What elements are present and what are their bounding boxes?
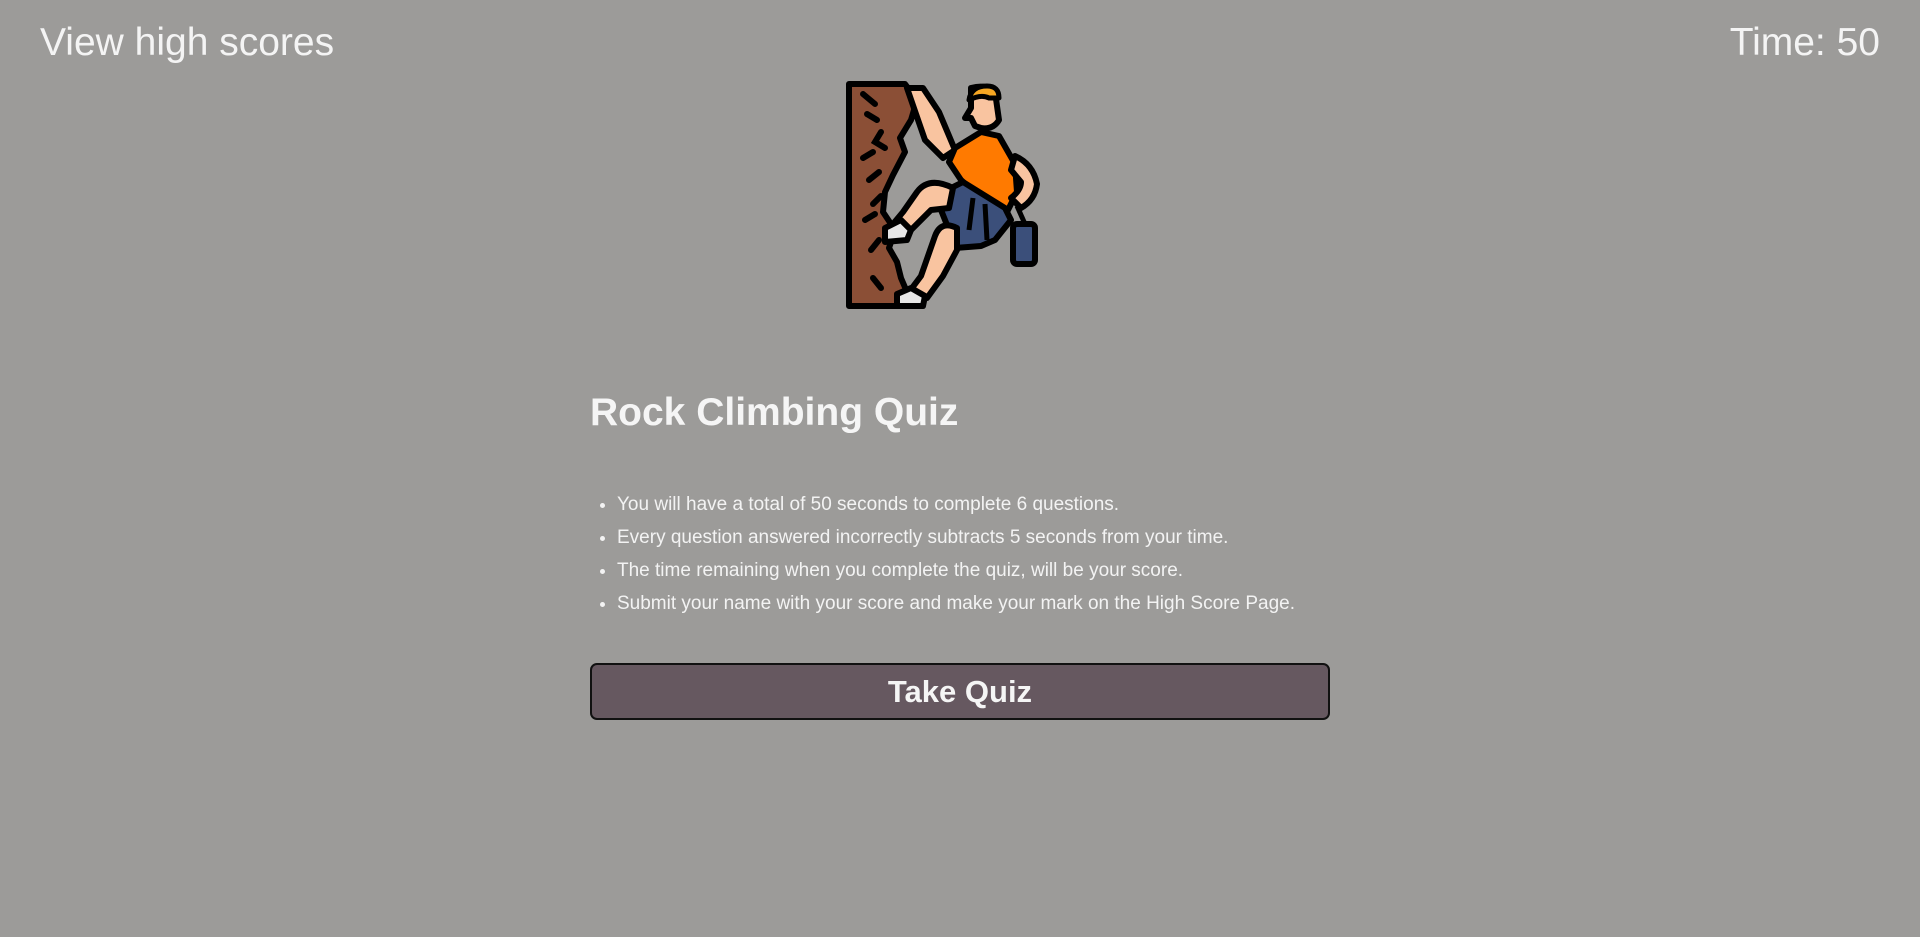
- rules-list: You will have a total of 50 seconds to c…: [590, 488, 1330, 620]
- view-high-scores-link[interactable]: View high scores: [40, 19, 334, 67]
- take-quiz-button[interactable]: Take Quiz: [590, 663, 1330, 720]
- quiz-intro: Rock Climbing Quiz You will have a total…: [590, 385, 1330, 720]
- rule-item: Every question answered incorrectly subt…: [617, 521, 1330, 554]
- quiz-start-page: View high scores Time: 50 Rock Climbing …: [0, 0, 1920, 937]
- rock-climber-icon: [846, 81, 1040, 309]
- rule-item: Submit your name with your score and mak…: [617, 587, 1330, 620]
- rule-item: The time remaining when you complete the…: [617, 554, 1330, 587]
- timer-label: Time:: [1729, 21, 1837, 64]
- timer-value: 50: [1836, 21, 1880, 64]
- quiz-title: Rock Climbing Quiz: [590, 391, 959, 434]
- rule-item: You will have a total of 50 seconds to c…: [617, 488, 1330, 521]
- timer: Time: 50: [1730, 19, 1880, 67]
- top-bar: View high scores Time: 50: [0, 0, 1920, 85]
